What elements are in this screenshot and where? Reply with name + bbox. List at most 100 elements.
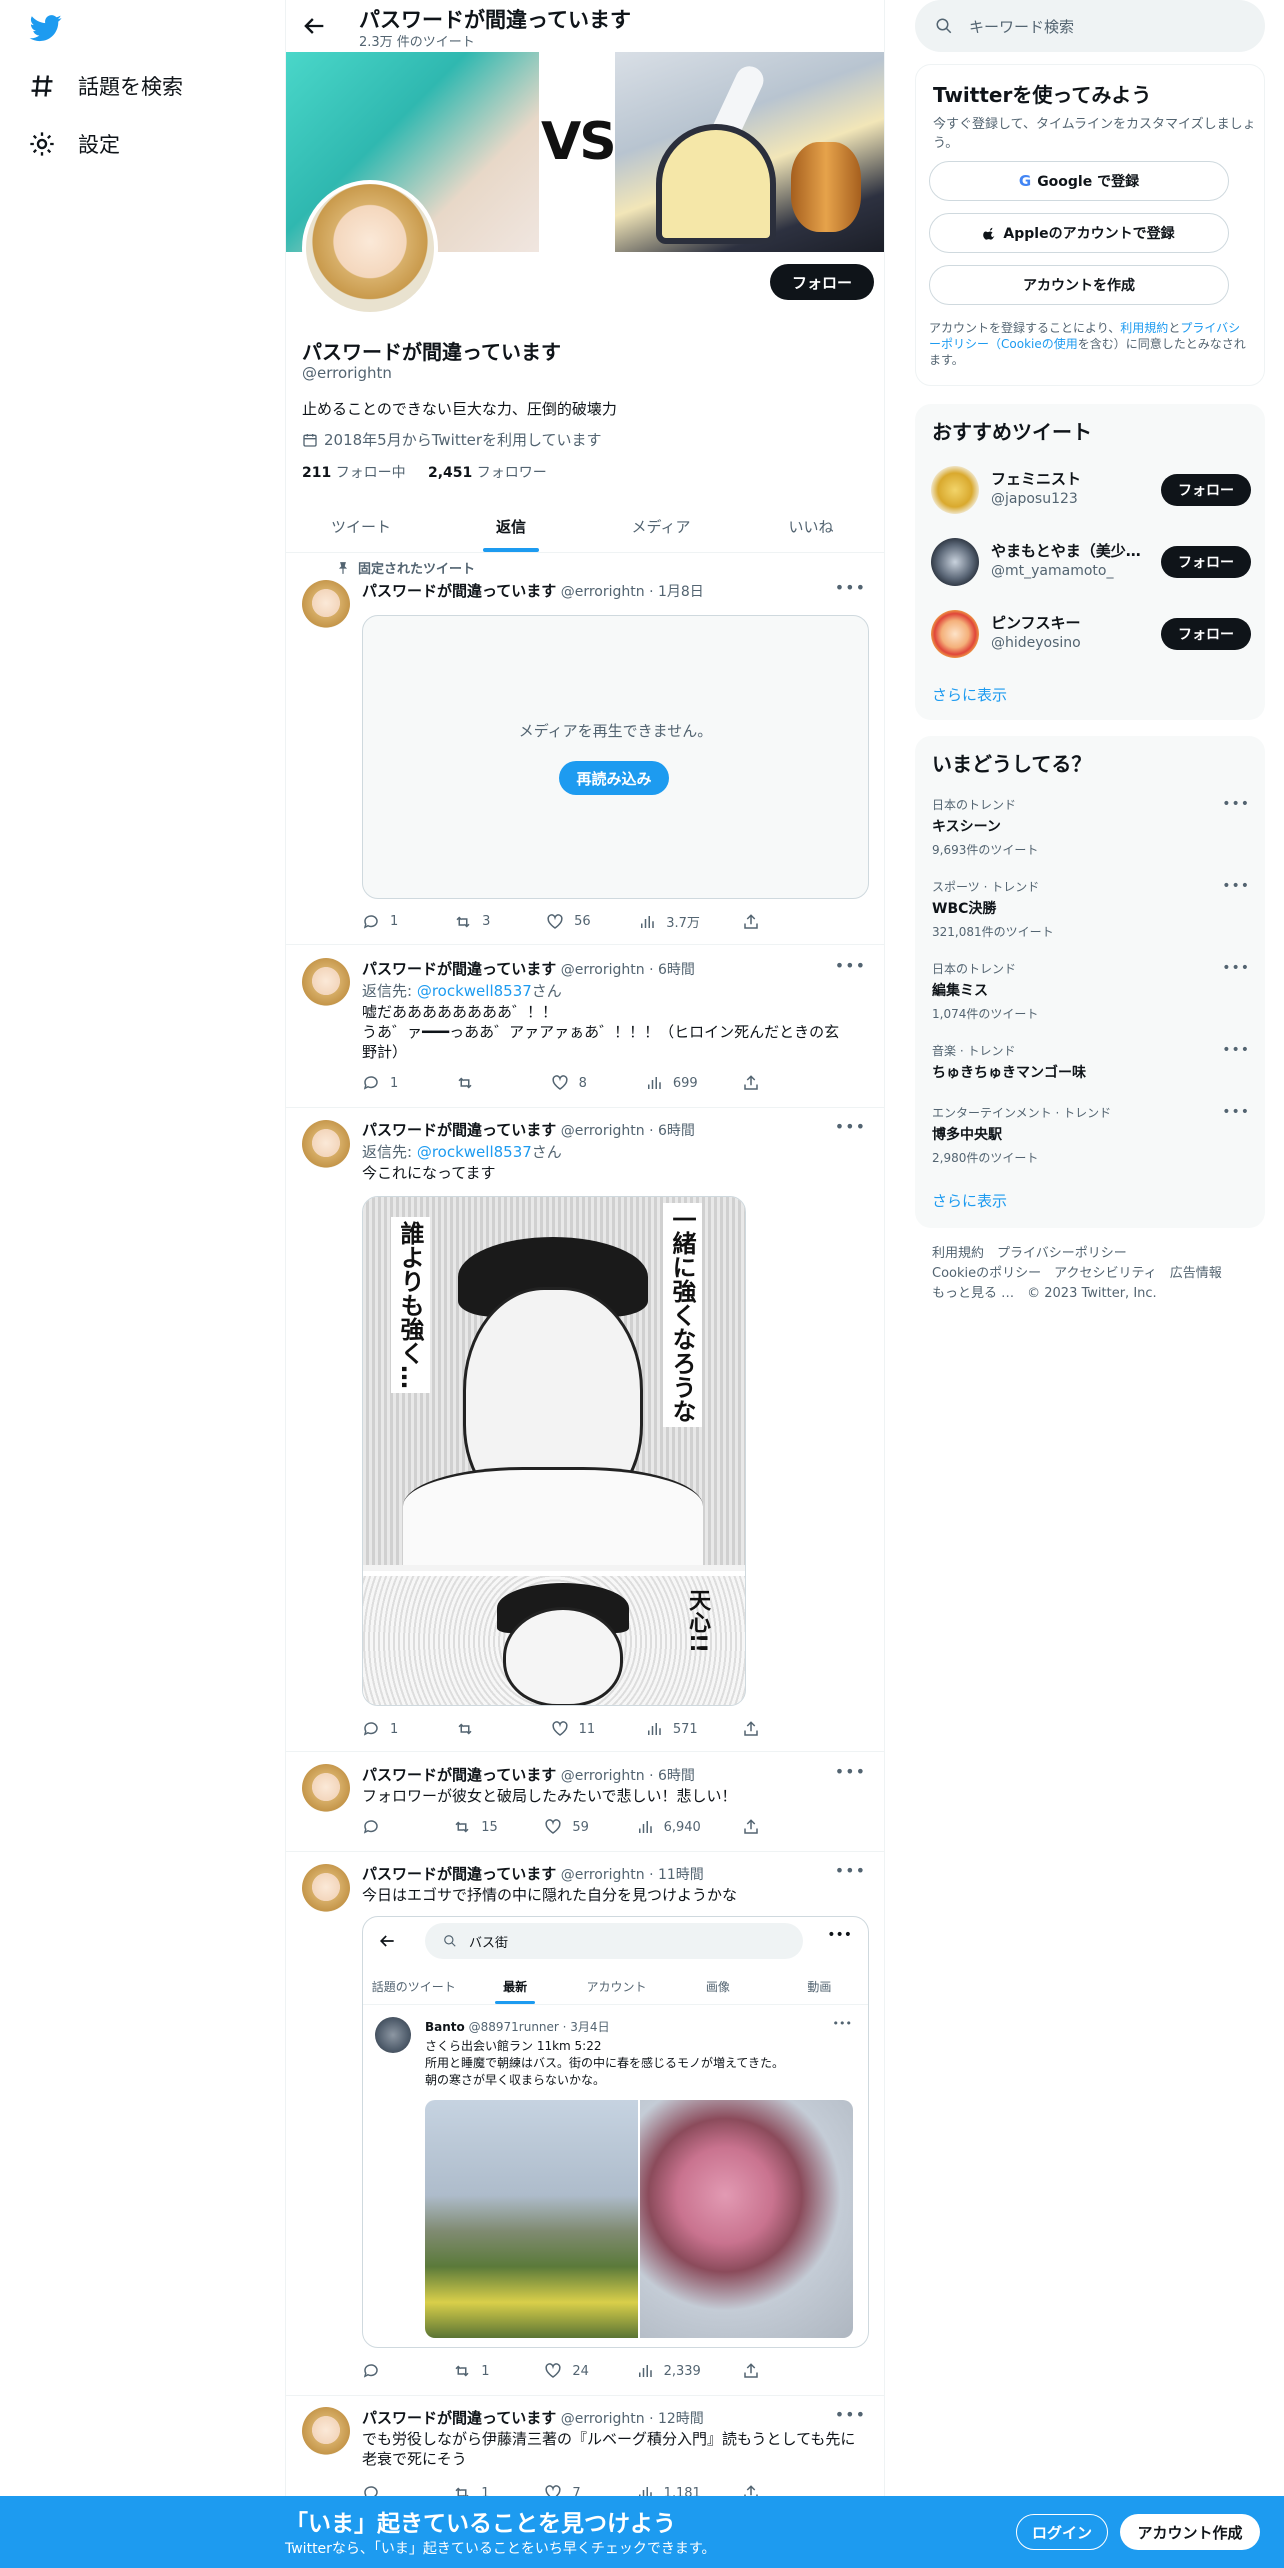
nav-settings[interactable]: 設定 [28, 124, 120, 164]
follow-button[interactable]: フォロー [1161, 474, 1251, 506]
following-link[interactable]: 211 フォロー中 [302, 465, 406, 481]
more-icon[interactable]: ••• [1222, 1042, 1250, 1058]
show-more-link[interactable]: さらに表示 [932, 1190, 1007, 1211]
back-arrow-icon[interactable] [300, 12, 328, 40]
views-button[interactable]: 571 [645, 1720, 698, 1738]
tweet-author-name[interactable]: パスワードが間違っています [362, 1865, 556, 1883]
trend-item[interactable]: 音楽 · トレンド ちゅきちゅきマンゴー味 ••• [932, 1042, 1250, 1082]
like-button[interactable]: 59 [544, 1818, 594, 1836]
trend-item[interactable]: スポーツ · トレンド WBC決勝 321,081件のツイート ••• [932, 878, 1250, 940]
create-account-button[interactable]: アカウントを作成 [929, 265, 1229, 305]
recommended-title: おすすめツイート [932, 420, 1092, 444]
reply-button[interactable] [362, 2362, 412, 2380]
views-button[interactable]: 699 [645, 1074, 698, 1092]
tweet-author-name[interactable]: パスワードが間違っています [362, 582, 556, 600]
footer-line[interactable]: 利用規約 プライバシーポリシー [932, 1244, 1252, 1264]
pin-icon [338, 561, 348, 574]
follow-button[interactable]: フォロー [1161, 546, 1251, 578]
followers-link[interactable]: 2,451 フォロワー [428, 465, 547, 481]
tweet-author-name[interactable]: パスワードが間違っています [362, 1121, 556, 1139]
reload-button[interactable]: 再読み込み [559, 761, 669, 795]
tweet-meta[interactable]: @errorightn · 6時間 [561, 1123, 695, 1139]
retweet-button[interactable] [456, 1720, 506, 1738]
recommended-account[interactable]: フェミニスト @japosu123 フォロー [931, 462, 1251, 518]
retweet-button[interactable]: 15 [453, 1818, 503, 1836]
more-icon[interactable]: ••• [835, 1762, 866, 1781]
tweet-author-name[interactable]: パスワードが間違っています [362, 1766, 556, 1784]
more-icon[interactable]: ••• [835, 578, 866, 597]
like-button[interactable]: 56 [546, 912, 596, 931]
tweet-avatar[interactable] [302, 1764, 350, 1812]
apple-signup-button[interactable]: Appleのアカウントで登録 [929, 213, 1229, 253]
like-button[interactable]: 8 [551, 1074, 601, 1092]
tweet-avatar[interactable] [302, 1120, 350, 1168]
tweet-meta[interactable]: @errorightn · 1月8日 [561, 584, 704, 600]
footer-line[interactable]: Cookieのポリシー アクセシビリティ 広告情報 [932, 1264, 1252, 1284]
share-button[interactable] [742, 912, 792, 931]
reply-to-handle[interactable]: @rockwell8537 [417, 982, 532, 1000]
terms-link[interactable]: 利用規約 [1120, 321, 1168, 335]
tweet-meta[interactable]: @errorightn · 6時間 [561, 1768, 695, 1784]
signup-button[interactable]: アカウント作成 [1120, 2514, 1260, 2550]
more-icon[interactable]: ••• [1222, 878, 1250, 894]
tweet-avatar[interactable] [302, 958, 350, 1006]
more-icon[interactable]: ••• [835, 1861, 866, 1880]
tab-replies[interactable]: 返信 [436, 500, 586, 552]
views-count: 3.7万 [666, 916, 700, 931]
retweet-button[interactable] [456, 1074, 506, 1092]
more-icon[interactable]: ••• [1222, 1104, 1250, 1120]
share-button[interactable] [742, 1720, 792, 1738]
profile-avatar[interactable] [302, 180, 438, 316]
share-button[interactable] [742, 1818, 792, 1836]
nav-explore[interactable]: 話題を検索 [28, 66, 183, 106]
views-button[interactable]: 2,339 [636, 2362, 701, 2380]
tweet-image-screenshot[interactable]: バス街 ••• 話題のツイート 最新 アカウント 画像 動画 Banto @88… [362, 1916, 869, 2348]
tweet-author-name[interactable]: パスワードが間違っています [362, 2409, 556, 2427]
reply-button[interactable]: 1 [362, 912, 412, 931]
show-more-link[interactable]: さらに表示 [932, 684, 1007, 705]
twitter-bird-icon[interactable] [28, 12, 64, 44]
tab-likes[interactable]: いいね [736, 500, 884, 552]
google-signup-button[interactable]: G Google で登録 [929, 161, 1229, 201]
more-icon[interactable]: ••• [1222, 796, 1250, 812]
like-button[interactable]: 11 [551, 1720, 601, 1738]
screenshot-tab: 動画 [807, 1980, 832, 1994]
more-icon[interactable]: ••• [835, 956, 866, 975]
follow-button[interactable]: フォロー [770, 264, 874, 300]
more-icon[interactable]: ••• [1222, 960, 1250, 976]
trend-item[interactable]: エンターテインメント · トレンド 博多中央駅 2,980件のツイート ••• [932, 1104, 1250, 1166]
tweet-author-name[interactable]: パスワードが間違っています [362, 960, 556, 978]
tweet-avatar[interactable] [302, 2407, 350, 2455]
views-button[interactable]: 6,940 [636, 1818, 701, 1836]
share-button[interactable] [742, 2362, 792, 2380]
reply-button[interactable] [362, 1818, 412, 1836]
tweet-meta[interactable]: @errorightn · 12時間 [561, 2411, 704, 2427]
footer-line[interactable]: もっと見る … © 2023 Twitter, Inc. [932, 1284, 1252, 1304]
more-icon[interactable]: ••• [835, 1117, 866, 1136]
search-box[interactable]: キーワード検索 [915, 0, 1265, 52]
more-icon[interactable]: ••• [835, 2405, 866, 2424]
recommended-account[interactable]: ピンフスキー @hideyosino フォロー [931, 606, 1251, 662]
reply-to-handle[interactable]: @rockwell8537 [417, 1143, 532, 1161]
retweet-button[interactable]: 1 [453, 2362, 503, 2380]
tweet-image-manga[interactable]: 一緒に強くなろうな 誰よりも強く… 天心!! [362, 1196, 746, 1706]
views-button[interactable]: 3.7万 [638, 912, 700, 931]
trend-item[interactable]: 日本のトレンド 編集ミス 1,074件のツイート ••• [932, 960, 1250, 1022]
tweet-meta[interactable]: @errorightn · 6時間 [561, 962, 695, 978]
banner-ice-cream-cup [656, 124, 776, 244]
follow-button[interactable]: フォロー [1161, 618, 1251, 650]
reply-button[interactable]: 1 [362, 1074, 412, 1092]
trend-item[interactable]: 日本のトレンド キスシーン 9,693件のツイート ••• [932, 796, 1250, 858]
like-button[interactable]: 24 [544, 2362, 594, 2380]
retweet-button[interactable]: 3 [454, 912, 504, 931]
reply-button[interactable]: 1 [362, 1720, 412, 1738]
tweet-avatar[interactable] [302, 1864, 350, 1912]
tab-tweets[interactable]: ツイート [286, 500, 436, 552]
tweet-meta[interactable]: @errorightn · 11時間 [561, 1867, 704, 1883]
screenshot-text-line: 所用と睡魔で朝練はバス。街の中に春を感じるモノが増えてきた。 [425, 2056, 785, 2070]
recommended-account[interactable]: やまもとやま（美少女） @mt_yamamoto_ フォロー [931, 534, 1251, 590]
tweet-avatar[interactable] [302, 580, 350, 628]
share-button[interactable] [742, 1074, 792, 1092]
login-button[interactable]: ログイン [1016, 2514, 1108, 2550]
tab-media[interactable]: メディア [586, 500, 736, 552]
